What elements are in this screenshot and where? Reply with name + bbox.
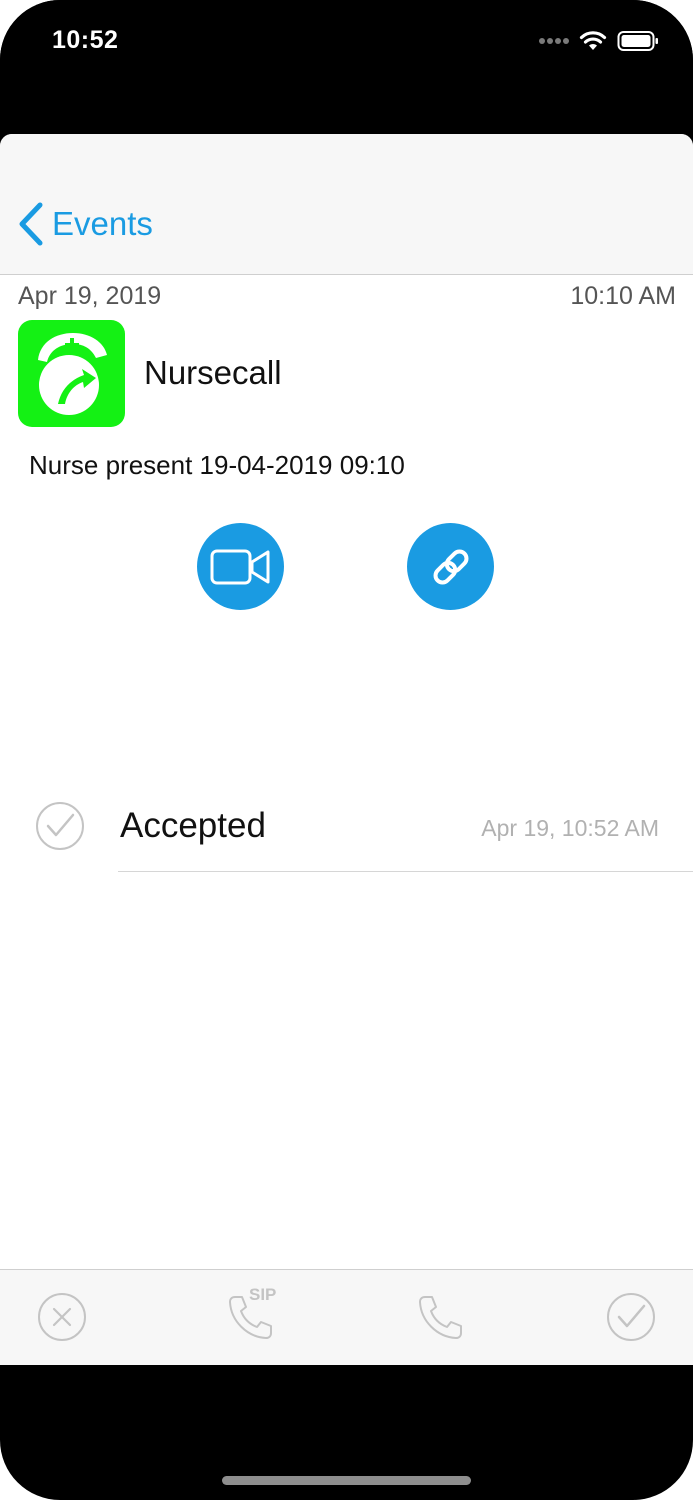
nursecall-app-icon bbox=[18, 320, 125, 427]
event-meta-row: Apr 19, 2019 10:10 AM bbox=[18, 282, 676, 311]
action-toolbar: SIP bbox=[0, 1269, 693, 1365]
back-button[interactable]: Events bbox=[18, 202, 153, 246]
sip-call-button[interactable]: SIP bbox=[226, 1285, 282, 1342]
status-icons bbox=[539, 30, 659, 52]
video-camera-icon bbox=[210, 549, 269, 584]
status-time: 10:52 bbox=[52, 26, 119, 54]
chevron-left-icon bbox=[19, 202, 43, 246]
nurse-icon bbox=[38, 333, 107, 415]
check-circle-icon bbox=[36, 802, 84, 850]
notch bbox=[152, 0, 540, 54]
phone-icon[interactable] bbox=[416, 1292, 466, 1342]
divider bbox=[118, 871, 693, 872]
back-button-label: Events bbox=[52, 205, 153, 242]
device-frame: 10:52 Events Apr 19, 2019 10:10 AM Nurse… bbox=[0, 0, 693, 1500]
wifi-icon bbox=[579, 31, 607, 50]
event-date: Apr 19, 2019 bbox=[18, 282, 162, 310]
event-time: 10:10 AM bbox=[570, 282, 676, 310]
home-indicator[interactable] bbox=[222, 1476, 471, 1485]
link-button[interactable] bbox=[407, 523, 494, 610]
event-message: Nurse present 19-04-2019 09:10 bbox=[29, 450, 405, 480]
link-icon bbox=[433, 549, 468, 584]
history-status-label: Accepted bbox=[120, 806, 266, 845]
battery-icon bbox=[617, 31, 658, 51]
accept-check-icon[interactable] bbox=[606, 1292, 656, 1342]
signal-icon bbox=[539, 38, 569, 44]
history-timestamp: Apr 19, 10:52 AM bbox=[481, 815, 659, 841]
event-title: Nursecall bbox=[144, 354, 282, 391]
history-row: Accepted Apr 19, 10:52 AM bbox=[0, 784, 693, 872]
navigation-bar: Events bbox=[0, 134, 693, 275]
close-circle-icon[interactable] bbox=[37, 1292, 87, 1342]
sip-label: SIP bbox=[249, 1285, 277, 1304]
video-call-button[interactable] bbox=[197, 523, 284, 610]
status-bar: 10:52 bbox=[0, 0, 693, 134]
event-detail-screen: Events Apr 19, 2019 10:10 AM Nursecall N… bbox=[0, 134, 693, 1365]
